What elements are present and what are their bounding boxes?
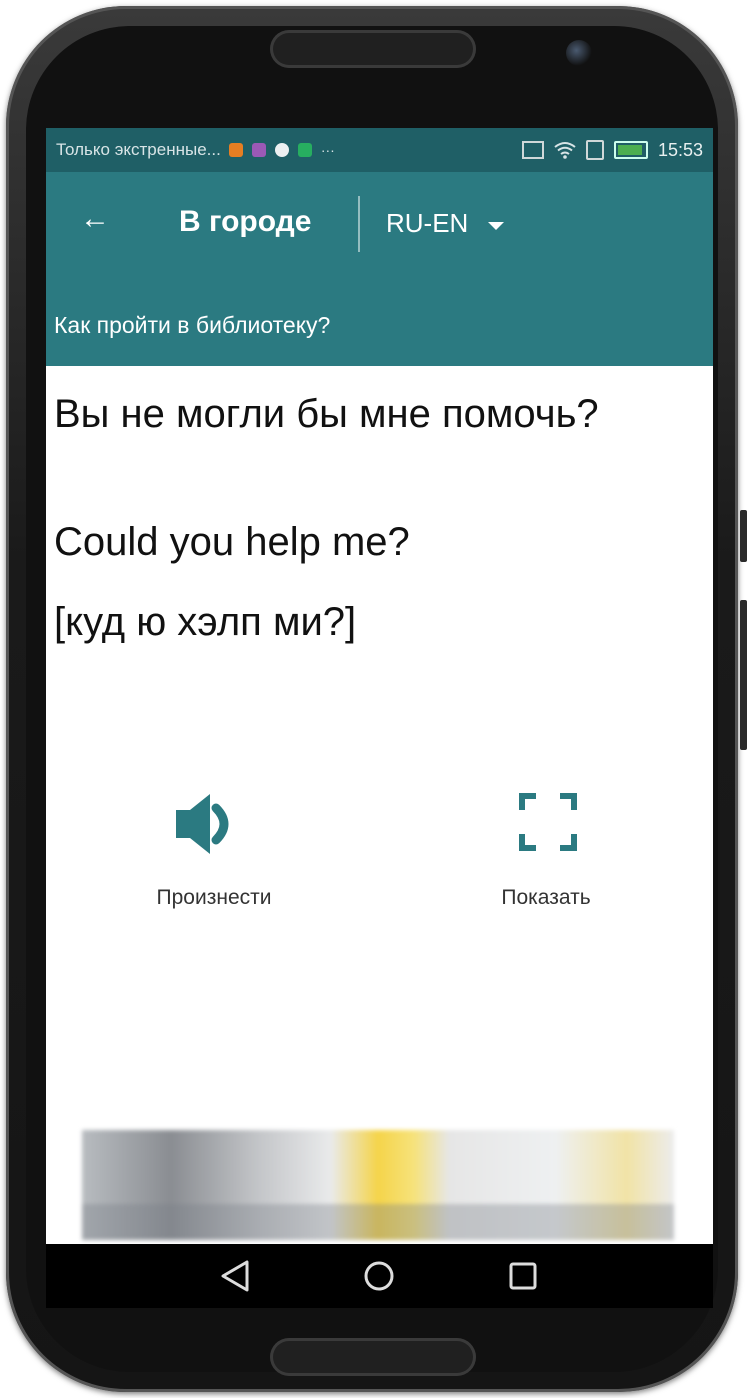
toolbar-divider: [358, 196, 360, 252]
page-title: В городе: [179, 205, 312, 238]
back-arrow-icon[interactable]: ←: [80, 202, 110, 236]
show-fullscreen-button[interactable]: Показать: [446, 778, 646, 918]
notification-icons: ···: [228, 142, 335, 158]
nav-home-icon[interactable]: [354, 1254, 404, 1298]
speak-label: Произнести: [156, 886, 272, 909]
app-icon: [251, 143, 266, 157]
nav-recents-icon[interactable]: [498, 1254, 548, 1298]
wifi-icon: [554, 142, 576, 159]
status-bar: Только экстренные... ··· 15:53: [46, 128, 713, 172]
phrase-english: Could you help me?: [54, 520, 410, 564]
android-nav-bar: [46, 1244, 713, 1308]
volume-button: [740, 600, 747, 750]
bottom-speaker: [270, 1338, 476, 1376]
ad-banner[interactable]: [82, 1130, 674, 1240]
system-status-icons: 15:53: [521, 128, 703, 172]
clock: 15:53: [657, 139, 703, 160]
language-label: RU-EN: [386, 208, 469, 238]
fullscreen-icon: [519, 793, 577, 851]
dropdown-caret-icon: [488, 221, 505, 230]
phrase-transcription: [куд ю хэлп ми?]: [54, 600, 357, 644]
subheader-question: Как пройти в библиотеку?: [54, 312, 331, 338]
speak-button[interactable]: Произнести: [114, 778, 314, 918]
ad-image-strip: [82, 1204, 674, 1240]
front-camera: [566, 40, 592, 66]
battery-icon: [613, 141, 648, 159]
speaker-icon: [176, 794, 229, 854]
app-icon: [297, 143, 312, 157]
nav-back-icon[interactable]: [211, 1254, 261, 1298]
language-selector[interactable]: RU-EN: [386, 208, 505, 239]
power-button: [740, 510, 747, 562]
app-toolbar: ← В городе RU-EN: [46, 172, 713, 282]
sim-icon: [585, 140, 604, 160]
nfc-icon: [521, 141, 544, 159]
show-label: Показать: [501, 886, 591, 909]
more-icon: ···: [320, 142, 335, 158]
earpiece-speaker: [270, 30, 476, 68]
shield-icon: [274, 143, 289, 157]
phrase-subheader: Как пройти в библиотеку?: [46, 282, 713, 366]
notification-text: Только экстренные...: [56, 140, 221, 159]
phrase-russian: Вы не могли бы мне помочь?: [54, 392, 599, 436]
phone-screen: Только экстренные... ··· 15:53 ← В город…: [46, 128, 713, 1308]
app-icon: [228, 143, 243, 157]
